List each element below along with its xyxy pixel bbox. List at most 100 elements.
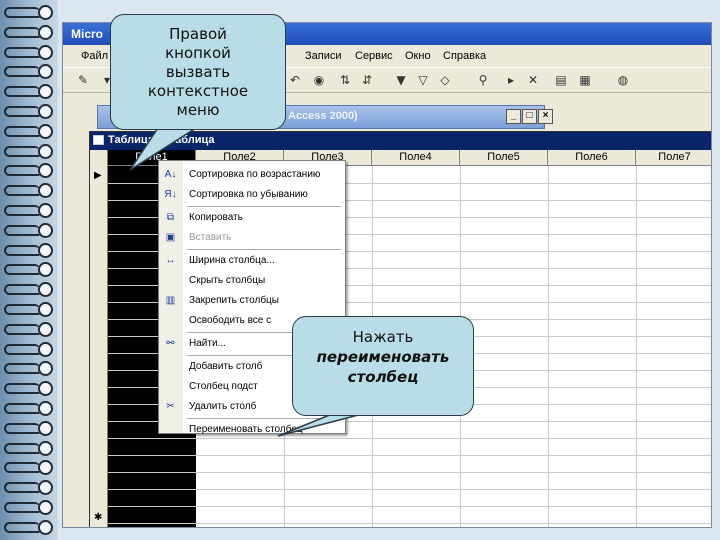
properties-icon[interactable]: ▤ [553, 72, 569, 88]
table-window-title: Таблица1 : таблица [108, 134, 215, 146]
context-menu-item-label: Копировать [189, 212, 243, 223]
context-menu-item-label: Переименовать столбец [189, 424, 303, 435]
column-header-6[interactable]: Поле6 [548, 150, 636, 166]
spiral-ring [4, 143, 54, 159]
spiral-ring [4, 459, 54, 476]
spiral-ring [4, 202, 54, 218]
table-icon [93, 135, 104, 145]
context-menu-item[interactable]: А↓ Сортировка по возрастанию [159, 165, 345, 185]
context-menu-item-label: Скрыть столбцы [189, 275, 266, 286]
current-record-marker-icon: ▶ [94, 170, 102, 181]
remove-filter-icon[interactable]: ◇ [437, 72, 453, 88]
filter-icon[interactable]: ▼ [393, 72, 409, 88]
sort-descending-icon[interactable]: ⇵ [359, 72, 375, 88]
paste-icon: ▣ [165, 232, 176, 243]
spiral-ring [4, 400, 54, 416]
sort-ascending-icon: А↓ [164, 169, 177, 180]
context-menu-item[interactable]: ▣ Вставить [159, 228, 345, 248]
find-icon[interactable]: ⚲ [475, 72, 491, 88]
spiral-ring [4, 479, 54, 496]
table-window-titlebar: Таблица1 : таблица [90, 132, 711, 150]
callout-bottom-line-1: Нажать [352, 328, 414, 346]
close-button[interactable]: × [538, 109, 553, 124]
delete-column-icon: ✂ [166, 401, 175, 412]
grid-row-line [108, 523, 711, 524]
maximize-button[interactable]: □ [522, 109, 537, 124]
spiral-ring [4, 242, 54, 258]
freeze-columns-icon: ▥ [165, 295, 176, 306]
column-header-4[interactable]: Поле4 [372, 150, 460, 166]
column-header-7[interactable]: Поле7 [636, 150, 711, 166]
record-selector-column[interactable] [90, 150, 108, 527]
menu-file[interactable]: Файл [81, 50, 108, 62]
undo-icon[interactable]: ↶ [287, 72, 303, 88]
new-record-marker-icon: ✱ [94, 512, 103, 523]
grid-column-line [636, 166, 637, 527]
database-window-title: Access 2000) [288, 110, 358, 122]
spiral-ring [4, 301, 54, 317]
grid-row-line [108, 455, 711, 456]
spiral-ring [4, 519, 54, 535]
sort-descending-icon: Я↓ [164, 189, 177, 200]
spiral-ring [4, 83, 54, 100]
column-header-5[interactable]: Поле5 [460, 150, 548, 166]
context-menu-item-label: Добавить столб [189, 361, 263, 372]
callout-rename-column: Нажать переименовать столбец [292, 316, 474, 416]
spiral-ring [4, 499, 54, 515]
spiral-ring [4, 341, 54, 357]
menu-window[interactable]: Окно [405, 50, 431, 62]
database-window-icon[interactable]: ▦ [577, 72, 593, 88]
help-icon[interactable]: ◍ [615, 72, 631, 88]
context-menu-item-label: Закрепить столбцы [189, 295, 279, 306]
context-menu-item-label: Найти... [189, 338, 226, 349]
spiral-ring [4, 4, 54, 20]
delete-record-icon[interactable]: ✕ [525, 72, 541, 88]
context-menu-item[interactable]: ⧉ Копировать [159, 208, 345, 228]
callout-right-click: Правой кнопкой вызвать контекстное меню [110, 14, 286, 130]
spiral-ring [4, 281, 54, 298]
context-menu-separator [187, 418, 341, 419]
column-width-icon: ↔ [165, 255, 176, 266]
spiral-ring [4, 123, 54, 139]
menu-help[interactable]: Справка [443, 50, 486, 62]
spiral-ring [4, 44, 54, 60]
menu-tools[interactable]: Сервис [355, 50, 393, 62]
context-menu-item-label: Столбец подст [189, 381, 258, 392]
grid-row-line [108, 506, 711, 507]
callout-top-line-1: Правой [169, 25, 227, 43]
sort-ascending-icon[interactable]: ⇅ [337, 72, 353, 88]
context-menu-separator [187, 206, 341, 207]
context-menu-item[interactable]: Переименовать столбец [159, 420, 345, 440]
spiral-ring [4, 360, 54, 377]
window-title: Micro [71, 27, 104, 41]
context-menu-item-label: Сортировка по возрастанию [189, 169, 321, 180]
spiral-ring [4, 261, 54, 278]
view-icon[interactable]: ✎ [75, 72, 91, 88]
filter-apply-icon[interactable]: ▽ [415, 72, 431, 88]
context-menu-item-label: Удалить столб [189, 401, 257, 412]
context-menu-item[interactable]: ↔ Ширина столбца... [159, 251, 345, 271]
callout-top-line-4: контекстное [147, 82, 249, 100]
context-menu-item[interactable]: ▥ Закрепить столбцы [159, 291, 345, 311]
context-menu-item[interactable]: Я↓ Сортировка по убыванию [159, 185, 345, 205]
context-menu-separator [187, 249, 341, 250]
context-menu-item-label: Вставить [189, 232, 232, 243]
context-menu-item[interactable]: Скрыть столбцы [159, 271, 345, 291]
spell-icon[interactable]: ◉ [311, 72, 327, 88]
grid-row-line [108, 472, 711, 473]
new-record-icon[interactable]: ▸ [503, 72, 519, 88]
callout-top-line-5: меню [176, 101, 220, 119]
callout-bottom-line-3: столбец [347, 368, 419, 386]
spiral-ring [4, 162, 54, 179]
spiral-ring [4, 420, 54, 436]
spiral-ring [4, 182, 54, 199]
grid-column-line [548, 166, 549, 527]
callout-top-line-2: кнопкой [165, 44, 231, 62]
spiral-ring [4, 321, 54, 337]
context-menu-item-label: Ширина столбца... [189, 255, 275, 266]
minimize-button[interactable]: _ [506, 109, 521, 124]
menu-records[interactable]: Записи [305, 50, 342, 62]
context-menu-item-label: Сортировка по убыванию [189, 189, 308, 200]
spiral-ring [4, 63, 54, 80]
callout-bottom-line-2: переименовать [316, 348, 450, 366]
